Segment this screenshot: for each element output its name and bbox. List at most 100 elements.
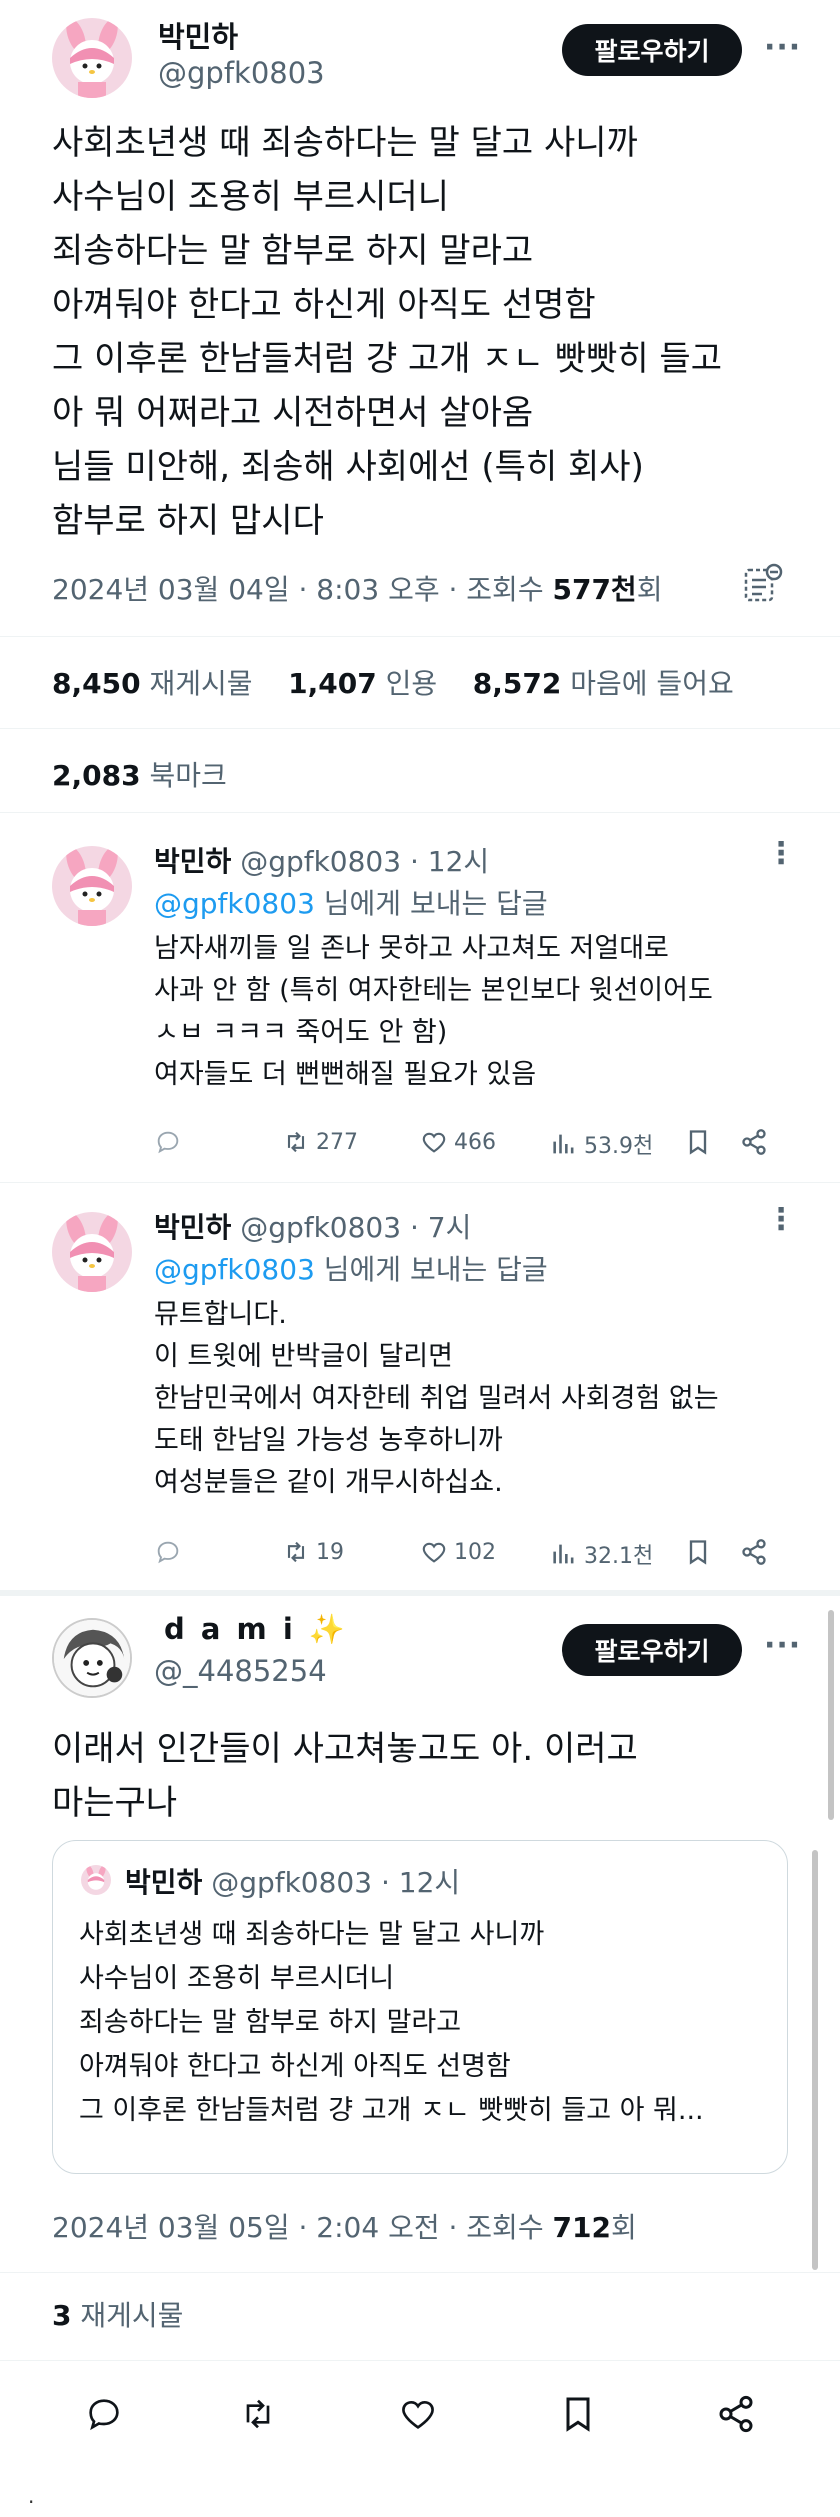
reply-action[interactable]: [154, 1538, 182, 1566]
engagement-stats: 8,450 재게시물 1,407 인용 8,572 마음에 들어요: [52, 662, 734, 702]
avatar[interactable]: [52, 1618, 132, 1698]
likes-stat[interactable]: 8,572 마음에 들어요: [473, 667, 734, 700]
display-name: 박민하: [154, 845, 232, 878]
view-count: 32.1천: [584, 1544, 654, 1569]
like-action[interactable]: 466: [420, 1128, 496, 1156]
display-name: 박민하: [154, 1211, 232, 1244]
reply-tweet[interactable]: 박민하 @gpfk0803 · 12시 ⋮ @gpfk0803 님에게 보내는 …: [0, 818, 840, 1182]
divider: [0, 1182, 840, 1183]
retweet-stat[interactable]: 3 재게시물: [52, 2294, 183, 2334]
share-action[interactable]: [740, 1538, 768, 1566]
reply-text: 뮤트합니다. 이 트윗에 반박글이 달리면 한남민국에서 여자한테 취업 밀려서…: [154, 1294, 719, 1504]
bookmark-action[interactable]: [684, 1128, 712, 1156]
retweet-count: 3: [52, 2299, 72, 2332]
like-button[interactable]: [398, 2394, 438, 2438]
quoted-line: 그 이후론 한남들처럼 걍 고개 ㅈㄴ 빳빳히 들고 아 뭐...: [79, 2095, 704, 2126]
main-tweet: 박민하 @gpfk0803 팔로우하기 ··· 사회초년생 때 죄송하다는 말 …: [0, 0, 840, 812]
like-count: 102: [454, 1539, 496, 1565]
handle[interactable]: @_4485254: [154, 1654, 327, 1688]
avatar[interactable]: [52, 846, 132, 926]
avatar[interactable]: [52, 18, 132, 98]
divider: [0, 728, 840, 729]
reply-to-handle-link[interactable]: @gpfk0803: [154, 1253, 315, 1286]
reply-to: @gpfk0803 님에게 보내는 답글: [154, 1248, 548, 1288]
avatar-image: [52, 18, 132, 98]
quoted-line: 죄송하다는 말 함부로 하지 말라고: [79, 2007, 462, 2038]
reply-to-handle-link[interactable]: @gpfk0803: [154, 887, 315, 920]
reply-line: 한남민국에서 여자한테 취업 밀려서 사회경험 없는: [154, 1383, 719, 1414]
reply-text: 남자새끼들 일 존나 못하고 사고쳐도 저얼대로 사과 안 함 (특히 여자한테…: [154, 928, 713, 1096]
avatar-image: [52, 846, 132, 926]
more-options-icon[interactable]: ···: [764, 30, 801, 65]
handle-time: @gpfk0803 · 12시: [211, 1866, 461, 1899]
avatar-image: [52, 1212, 132, 1292]
retweet-icon: [246, 2399, 270, 2429]
views-action[interactable]: 32.1천: [550, 1538, 653, 1570]
retweet-action[interactable]: 19: [282, 1538, 344, 1566]
retweet-count: 19: [316, 1539, 344, 1565]
views-action[interactable]: 53.9천: [550, 1128, 653, 1160]
more-options-icon[interactable]: ⋮: [766, 1202, 797, 1237]
reply-button[interactable]: [84, 2394, 124, 2438]
reply-action[interactable]: [154, 1128, 182, 1156]
tweet-line: 함부로 하지 맙시다: [52, 501, 324, 541]
share-icon: [719, 2395, 753, 2433]
bookmark-icon: [689, 1130, 707, 1155]
reply-line: 여성분들은 같이 개무시하십쇼.: [154, 1467, 503, 1498]
reply-line: 뮤트합니다.: [154, 1299, 287, 1330]
retweet-button[interactable]: [238, 2394, 278, 2438]
likes-count: 8,572: [472, 667, 562, 700]
handle-time: @gpfk0803 · 12시: [240, 845, 490, 878]
bookmark-action[interactable]: [684, 1538, 712, 1566]
tweet-timestamp[interactable]: 2024년 03월 05일 · 2:04 오전 · 조회수 712회: [52, 2206, 637, 2246]
tweet-timestamp[interactable]: 2024년 03월 04일 · 8:03 오후 · 조회수 577천회: [52, 568, 662, 608]
follow-button[interactable]: 팔로우하기: [562, 1624, 742, 1676]
reply-header[interactable]: 박민하 @gpfk0803 · 12시: [154, 840, 489, 880]
heart-icon: [402, 2400, 434, 2429]
scrollbar-thumb[interactable]: [812, 1850, 818, 2270]
analytics-icon[interactable]: [740, 562, 784, 606]
tweet-line: 사회초년생 때 죄송하다는 말 달고 사니까: [52, 123, 638, 163]
retweet-count: 8,450: [52, 667, 141, 700]
bookmark-button[interactable]: [558, 2394, 598, 2438]
divider: [0, 2360, 840, 2361]
tweet-line: 그 이후론 한남들처럼 걍 고개 ㅈㄴ 빳빳히 들고: [52, 339, 722, 379]
bookmark-stat[interactable]: 2,083 북마크: [52, 754, 227, 794]
follow-button[interactable]: 팔로우하기: [562, 24, 742, 76]
tweet-line: 아껴둬야 한다고 하신게 아직도 선명함: [52, 285, 596, 325]
scrollbar-thumb[interactable]: [828, 1610, 834, 1820]
tweet-line: 님들 미안해, 죄송해 사회에선 (특히 회사): [52, 447, 644, 487]
tweet-text: 이래서 인간들이 사고쳐놓고도 아. 이러고 마는구나: [52, 1722, 638, 1830]
avatar[interactable]: [52, 1212, 132, 1292]
reply-tweet[interactable]: 박민하 @gpfk0803 · 7시 ⋮ @gpfk0803 님에게 보내는 답…: [0, 1190, 840, 1590]
avatar-image: [81, 1865, 111, 1895]
handle-time: @gpfk0803 · 7시: [240, 1211, 472, 1244]
handle[interactable]: @gpfk0803: [158, 56, 325, 90]
quote-stat[interactable]: 1,407 인용: [288, 667, 437, 700]
more-options-icon[interactable]: ⋮: [766, 836, 797, 871]
share-icon: [742, 1539, 766, 1565]
avatar: [81, 1865, 111, 1895]
quoted-tweet-card[interactable]: 박민하 @gpfk0803 · 12시 사회초년생 때 죄송하다는 말 달고 사…: [52, 1840, 788, 2174]
view-suffix: 회: [610, 2211, 637, 2244]
like-action[interactable]: 102: [420, 1538, 496, 1566]
quoted-text: 사회초년생 때 죄송하다는 말 달고 사니까 사수님이 조용히 부르시더니 죄송…: [79, 1913, 704, 2133]
quoted-header: 박민하 @gpfk0803 · 12시: [125, 1861, 460, 1901]
sparkle-emoji: ✨: [308, 1612, 348, 1646]
retweet-action[interactable]: 277: [282, 1128, 358, 1156]
quote-label: 인용: [385, 667, 438, 700]
display-name[interactable]: d a m i ✨: [164, 1612, 348, 1647]
retweet-count: 277: [316, 1129, 358, 1155]
tweet-text: 사회초년생 때 죄송하다는 말 달고 사니까 사수님이 조용히 부르시더니 죄송…: [52, 116, 722, 548]
reply-line: 남자새끼들 일 존나 못하고 사고쳐도 저얼대로: [154, 933, 669, 964]
more-options-icon[interactable]: ···: [764, 1628, 801, 1663]
share-action[interactable]: [740, 1128, 768, 1156]
retweet-stat[interactable]: 8,450 재게시물: [52, 667, 253, 700]
reply-header[interactable]: 박민하 @gpfk0803 · 7시: [154, 1206, 471, 1246]
view-count: 712: [552, 2211, 611, 2244]
share-button[interactable]: [716, 2394, 756, 2438]
display-name[interactable]: 박민하: [158, 14, 238, 56]
heart-icon: [422, 1542, 446, 1563]
display-name-text: d a m i: [164, 1612, 296, 1646]
footer-dot: .: [28, 2484, 35, 2508]
